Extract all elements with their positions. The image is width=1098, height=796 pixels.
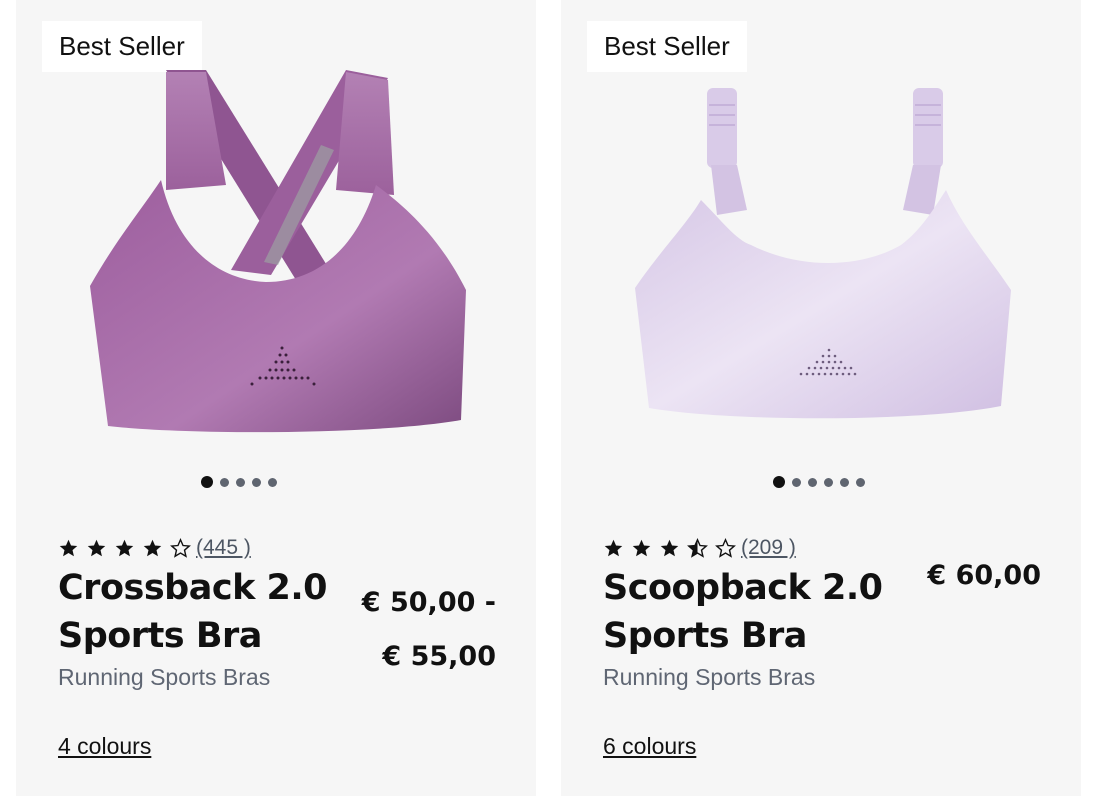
carousel-dot-1[interactable] [773, 476, 785, 488]
carousel-dot-1[interactable] [201, 476, 213, 488]
star-half-icon [687, 537, 708, 558]
review-count-link[interactable]: (445 ) [196, 536, 251, 560]
product-image-crossback-bra[interactable] [16, 50, 536, 450]
carousel-dot-3[interactable] [808, 477, 817, 487]
star-empty-icon [170, 537, 191, 558]
carousel-dot-4[interactable] [252, 477, 261, 487]
star-filled-icon [604, 539, 623, 556]
star-empty-icon [715, 537, 736, 558]
image-carousel-dots[interactable] [16, 476, 499, 488]
carousel-dot-4[interactable] [824, 477, 833, 487]
star-filled-icon [59, 539, 78, 556]
star-filled-icon [632, 539, 651, 556]
carousel-dot-2[interactable] [220, 477, 229, 487]
star-filled-icon [87, 539, 106, 556]
carousel-dot-3[interactable] [236, 477, 245, 487]
product-image-scoopback-bra[interactable] [561, 50, 1081, 450]
product-category: Running Sports Bras [603, 664, 816, 690]
rating: (209 ) [603, 536, 796, 560]
star-filled-icon [115, 539, 134, 556]
carousel-dot-6[interactable] [856, 477, 865, 487]
star-filled-icon [660, 539, 679, 556]
price: € 60,00 [927, 560, 1041, 591]
price-from: € 50,00 - [361, 587, 496, 618]
product-name[interactable]: Crossback 2.0 Sports Bra [58, 564, 348, 660]
product-name[interactable]: Scoopback 2.0 Sports Bra [603, 564, 893, 660]
image-carousel-dots[interactable] [561, 476, 1079, 488]
price-range: € 50,00 - € 55,00 [326, 576, 496, 684]
carousel-dot-5[interactable] [268, 477, 277, 487]
review-count-link[interactable]: (209 ) [741, 536, 796, 560]
product-card-crossback[interactable]: Best Seller (445) Crossback 2.0 Sports … [16, 0, 536, 796]
colours-link[interactable]: 4 colours [58, 733, 151, 760]
carousel-dot-5[interactable] [840, 477, 849, 487]
rating: (445 ) [58, 536, 251, 560]
price-to: € 55,00 [382, 641, 496, 672]
colours-link[interactable]: 6 colours [603, 733, 696, 760]
product-card-scoopback[interactable]: Best Seller (209) Scoopback 2.0 Sports … [561, 0, 1081, 796]
star-filled-icon [143, 539, 162, 556]
carousel-dot-2[interactable] [792, 477, 801, 487]
product-category: Running Sports Bras [58, 664, 271, 690]
